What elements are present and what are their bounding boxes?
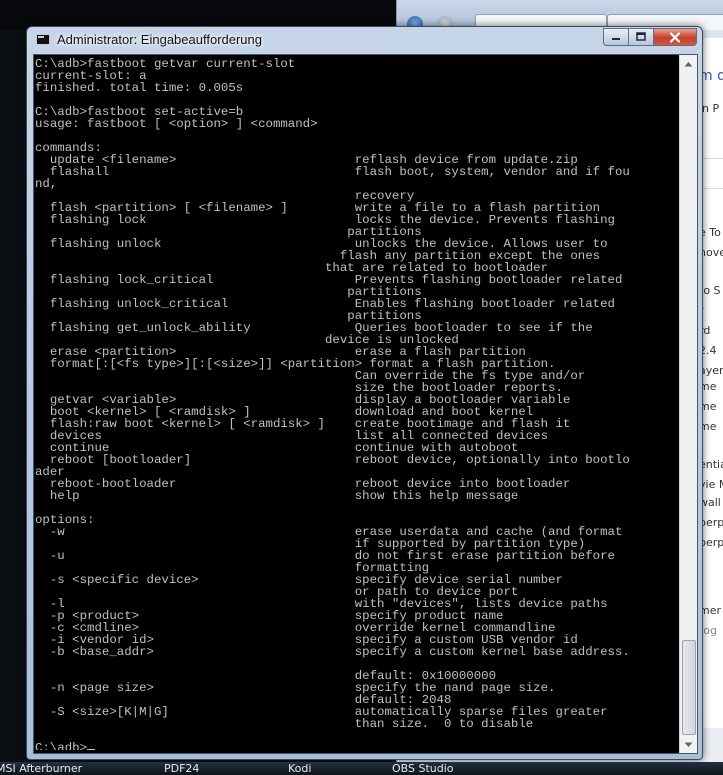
console-line: usage: fastboot [ <option> ] <command> [35, 117, 318, 131]
close-icon [669, 31, 681, 43]
scroll-down-button[interactable] [680, 736, 697, 753]
arrow-up-icon [684, 61, 693, 66]
maximize-icon [636, 32, 646, 41]
taskbar-item-kodi[interactable]: Kodi [288, 762, 311, 775]
taskbar-item-pdf24[interactable]: PDF24 [164, 762, 199, 775]
close-button[interactable] [654, 28, 697, 46]
taskbar-item-obs-studio[interactable]: OBS Studio [392, 762, 454, 775]
console-client-area[interactable]: C:\adb>fastboot getvar current-slot curre… [33, 54, 698, 754]
minimize-icon [612, 38, 620, 40]
scrollbar-thumb[interactable] [682, 640, 696, 735]
window-controls [603, 28, 697, 46]
console-line: reboot [bootloader] reboot device, optio… [35, 453, 630, 467]
text-cursor [87, 749, 96, 750]
taskbar-item-msi-afterburner[interactable]: MSI Afterburner [0, 762, 82, 775]
console-line: than size. 0 to disable [35, 717, 534, 731]
console-line: finished. total time: 0.005s [35, 81, 244, 95]
console-line: -b <base_addr> specify a custom kernel b… [35, 645, 630, 659]
command-prompt-window[interactable]: Administrator: Eingabeaufforderung C:\ad… [26, 26, 703, 760]
console-line: flashall flash boot, system, vendor and … [35, 165, 630, 179]
maximize-button[interactable] [629, 28, 654, 46]
scroll-up-button[interactable] [680, 55, 697, 72]
arrow-down-icon [684, 742, 693, 747]
minimize-button[interactable] [603, 28, 629, 46]
console-line: help show this help message [35, 489, 519, 503]
console-prompt-line: C:\adb> [35, 742, 678, 750]
window-titlebar[interactable]: Administrator: Eingabeaufforderung [27, 27, 702, 53]
console-app-icon[interactable] [36, 34, 50, 45]
taskbar: MSI Afterburner PDF24 Kodi OBS Studio [0, 762, 723, 775]
console-output[interactable]: C:\adb>fastboot getvar current-slot curre… [35, 58, 678, 750]
window-title: Administrator: Eingabeaufforderung [57, 32, 262, 47]
vertical-scrollbar[interactable] [679, 55, 697, 753]
